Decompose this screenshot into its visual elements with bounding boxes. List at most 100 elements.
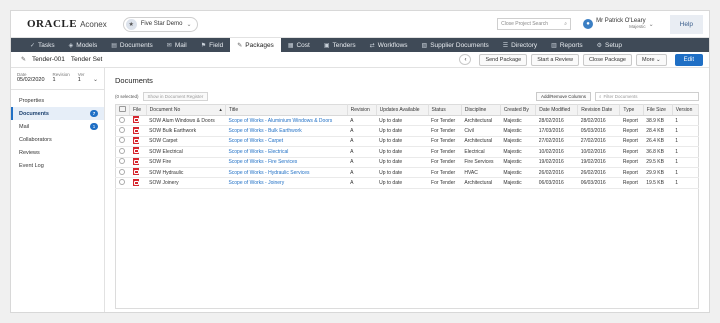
nav-item-documents[interactable]: ▤ Documents [104, 38, 160, 52]
pdf-icon[interactable] [132, 147, 139, 155]
file-cell[interactable] [129, 115, 147, 127]
sidebar-item-documents[interactable]: Documents 7 [11, 107, 104, 120]
sidebar-item-event-log[interactable]: Event Log [11, 159, 104, 172]
user-icon: ● [583, 19, 594, 29]
column-header-status[interactable]: Status [428, 104, 462, 116]
row-select-cell[interactable] [115, 136, 130, 148]
table-row[interactable]: SOW Joinery Scope of Works - Joinery A Up t… [115, 177, 699, 189]
sidebar-item-mail[interactable]: Mail 1 [11, 120, 104, 133]
column-header-created-by[interactable]: Created By [500, 104, 537, 116]
column-header-type[interactable]: Type [619, 104, 644, 116]
show-in-register-button[interactable]: Show in Document Register [142, 92, 209, 101]
chevron-down-icon: ⌄ [186, 21, 192, 28]
cell-title[interactable]: Scope of Works - Joinery [225, 177, 348, 189]
nav-item-mail[interactable]: ✉ Mail [160, 38, 194, 52]
file-cell[interactable] [129, 146, 147, 158]
nav-item-workflows[interactable]: ⇄ Workflows [363, 38, 415, 52]
row-select-cell[interactable] [115, 115, 130, 127]
sidebar-item-properties[interactable]: Properties [11, 94, 104, 107]
file-cell[interactable] [129, 157, 147, 168]
cell-revision-date: 06/03/2016 [577, 177, 620, 189]
cell-document-no: SOW Bulk Earthwork [146, 125, 226, 137]
table-row[interactable]: SOW Hydraulic Scope of Works - Hydraulic … [115, 167, 699, 179]
table-row[interactable]: SOW Alum Windows & Doors Scope of Works -… [115, 115, 699, 127]
pdf-icon[interactable] [132, 136, 139, 144]
start-review-button[interactable]: Start a Review [531, 53, 579, 66]
pdf-icon[interactable] [132, 116, 139, 124]
column-header-revision-date[interactable]: Revision Date [577, 104, 621, 116]
column-header-title[interactable]: Title [225, 104, 348, 116]
close-package-button[interactable]: Close Package [582, 53, 632, 66]
nav-item-tasks[interactable]: ✓ Tasks [23, 38, 62, 52]
row-select-cell[interactable] [115, 177, 130, 189]
add-remove-columns-button[interactable]: Add/Remove Columns [535, 92, 591, 101]
table-row[interactable]: SOW Carpet Scope of Works - Carpet A Up to … [115, 136, 699, 148]
radio-icon[interactable] [119, 158, 125, 165]
radio-icon[interactable] [119, 147, 125, 154]
column-header-document-no[interactable]: Document No ▴ [146, 104, 226, 116]
date-value: 05/02/2020 [17, 77, 45, 84]
column-header-updates[interactable]: Updates Available [376, 104, 429, 116]
table-row[interactable]: SOW Electrical Scope of Works - Electrica… [115, 146, 699, 158]
cell-title[interactable]: Scope of Works - Hydraulic Services [225, 167, 348, 179]
sidebar-item-reviews[interactable]: Reviews [11, 146, 104, 159]
nav-item-tenders[interactable]: ▣ Tenders [317, 38, 363, 52]
cell-status: For Tender [428, 125, 462, 137]
radio-icon[interactable] [119, 137, 125, 144]
user-menu[interactable]: ● Mr Patrick O'Leary Majestic ⌄ [583, 18, 654, 30]
file-cell[interactable] [129, 125, 147, 137]
row-select-cell[interactable] [115, 125, 130, 137]
help-button[interactable]: Help [669, 14, 703, 34]
pdf-icon[interactable] [132, 168, 139, 176]
table-row[interactable]: SOW Bulk Earthwork Scope of Works - Bulk … [115, 125, 699, 137]
nav-item-reports[interactable]: ▥ Reports [544, 38, 589, 52]
radio-icon[interactable] [119, 168, 125, 175]
file-cell[interactable] [129, 136, 147, 148]
row-select-cell[interactable] [115, 157, 130, 168]
cell-title[interactable]: Scope of Works - Carpet [225, 136, 348, 148]
oracle-aconex-logo[interactable]: ORACLE Aconex [27, 18, 107, 30]
cell-title[interactable]: Scope of Works - Fire Services [225, 157, 348, 168]
file-cell[interactable] [129, 167, 147, 179]
cell-title[interactable]: Scope of Works - Electrical [225, 146, 348, 158]
chevron-down-icon[interactable]: ⌄ [93, 76, 98, 83]
project-search-input[interactable]: Close Project Search ⌕ [497, 18, 572, 30]
filter-input[interactable]: ⌕ Filter Documents [595, 92, 699, 101]
nav-item-models[interactable]: ◈ Models [62, 38, 105, 52]
radio-icon[interactable] [119, 127, 125, 134]
column-header-file-size[interactable]: File Size [643, 104, 673, 116]
sidebar-item-collaborators[interactable]: Collaborators [11, 133, 104, 146]
more-button[interactable]: More ⌄ [635, 53, 667, 66]
project-selector[interactable]: ★ Five Star Demo ⌄ [122, 16, 199, 32]
cell-created-by: Majestic [500, 146, 536, 158]
nav-item-supplier-documents[interactable]: ▧ Supplier Documents [415, 38, 496, 52]
table-row[interactable]: SOW Fire Scope of Works - Fire Services A U… [115, 157, 699, 168]
nav-item-directory[interactable]: ☰ Directory [496, 38, 544, 52]
column-header-version[interactable]: Version [672, 104, 700, 116]
nav-item-field[interactable]: ⚑ Field [194, 38, 230, 52]
cell-title[interactable]: Scope of Works - Bulk Earthwork [225, 125, 348, 137]
column-header-discipline[interactable]: Discipline [461, 104, 501, 116]
radio-icon[interactable] [119, 116, 125, 123]
cell-file-size: 38.9 KB [643, 115, 673, 127]
column-header-date-modified[interactable]: Date Modified [535, 104, 579, 116]
nav-item-setup[interactable]: ⚙ Setup [590, 38, 629, 52]
file-cell[interactable] [129, 177, 147, 189]
pdf-icon[interactable] [132, 178, 139, 186]
row-select-cell[interactable] [115, 146, 130, 158]
column-header-file[interactable]: File [129, 104, 147, 116]
edit-button[interactable]: Edit [674, 53, 703, 66]
cell-discipline: Civil [461, 125, 501, 137]
send-package-button[interactable]: Send Package [479, 53, 528, 66]
cell-title[interactable]: Scope of Works - Aluminium Windows & Doo… [225, 115, 348, 127]
row-select-cell[interactable] [115, 167, 130, 179]
cell-discipline: Architectural [461, 115, 501, 127]
back-button[interactable]: ‹ [459, 54, 472, 65]
nav-item-packages[interactable]: ✎ Packages [230, 38, 281, 52]
select-all-header[interactable] [115, 104, 130, 116]
column-header-revision[interactable]: Revision [347, 104, 377, 116]
pdf-icon[interactable] [132, 126, 139, 134]
pdf-icon[interactable] [132, 157, 139, 165]
radio-icon[interactable] [119, 179, 125, 186]
nav-item-cost[interactable]: ▦ Cost [281, 38, 317, 52]
